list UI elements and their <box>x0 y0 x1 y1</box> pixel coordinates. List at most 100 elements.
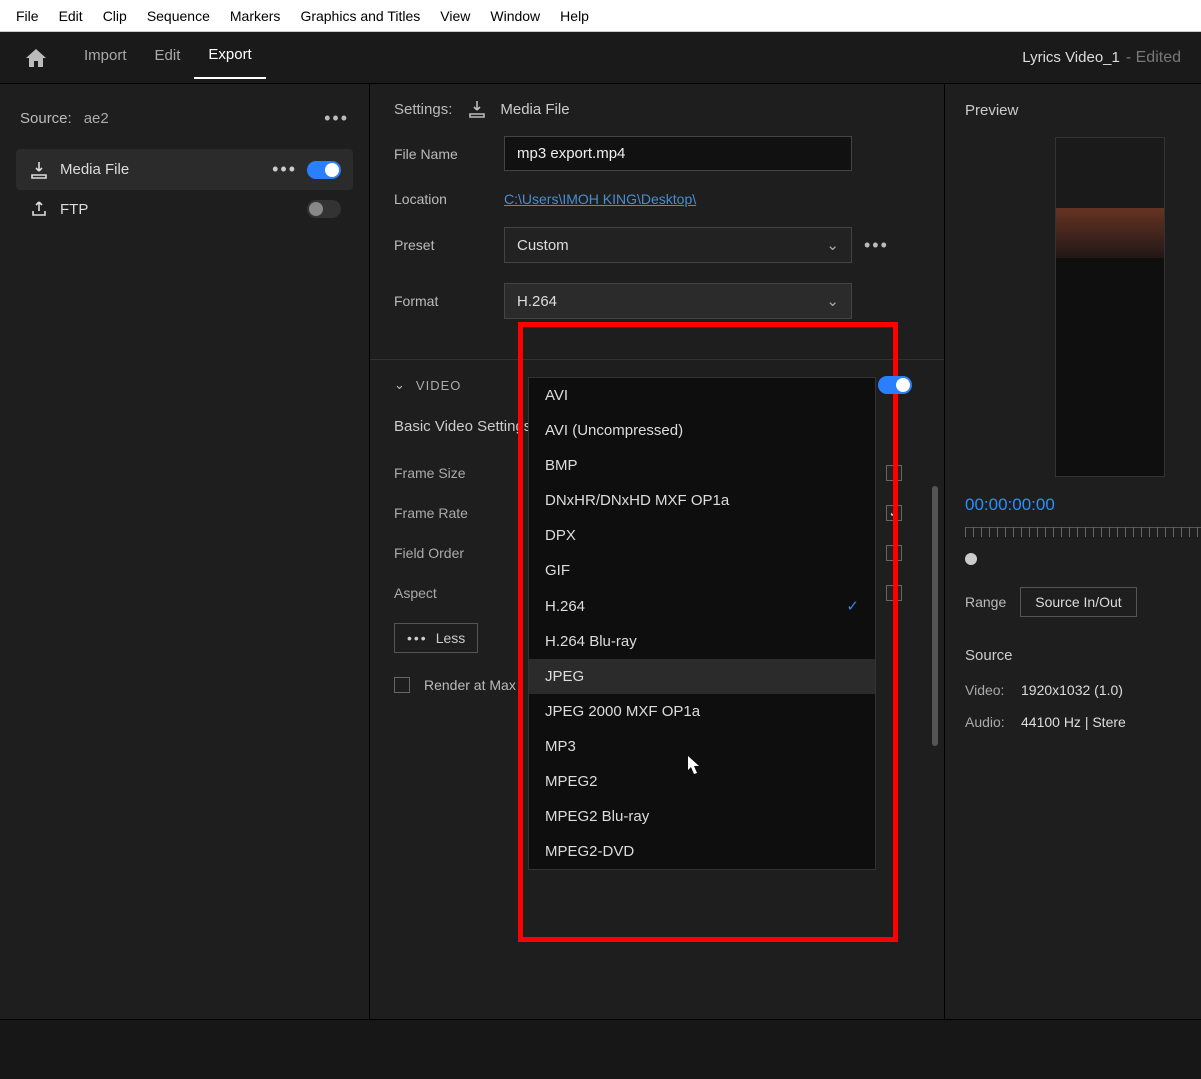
download-icon <box>468 100 490 118</box>
format-option-label: BMP <box>545 457 578 474</box>
render-label: Render at Max <box>424 677 516 693</box>
dest-toggle[interactable] <box>307 200 341 218</box>
format-dropdown[interactable]: AVI AVI (Uncompressed) BMP DNxHR/DNxHD MXF … <box>528 377 876 870</box>
chevron-down-icon[interactable]: ⌄ <box>394 377 406 393</box>
aspect-checkbox[interactable] <box>886 585 902 601</box>
format-option[interactable]: DPX <box>529 518 875 553</box>
preset-value: Custom <box>517 237 569 254</box>
aspect-label: Aspect <box>394 585 514 601</box>
fieldorder-label: Field Order <box>394 545 514 561</box>
download-icon <box>28 161 50 179</box>
dest-media-file[interactable]: Media File ••• <box>16 149 353 190</box>
format-select[interactable]: H.264 ⌄ <box>504 283 852 319</box>
format-option[interactable]: JPEG <box>529 659 875 694</box>
format-option[interactable]: BMP <box>529 448 875 483</box>
audio-value: 44100 Hz | Stere <box>1021 714 1126 730</box>
format-option[interactable]: JPEG 2000 MXF OP1a <box>529 694 875 729</box>
bottom-bar <box>0 1019 1201 1079</box>
video-value: 1920x1032 (1.0) <box>1021 682 1123 698</box>
playhead-icon[interactable] <box>965 553 977 565</box>
format-option[interactable]: H.264✓ <box>529 588 875 624</box>
format-option-label: MPEG2-DVD <box>545 843 634 860</box>
filename-input[interactable] <box>504 136 852 171</box>
framesize-label: Frame Size <box>394 465 514 481</box>
menu-view[interactable]: View <box>430 4 480 28</box>
format-option-label: JPEG <box>545 668 584 685</box>
format-option-label: H.264 Blu-ray <box>545 633 637 650</box>
format-option-label: AVI (Uncompressed) <box>545 422 683 439</box>
format-option-label: MPEG2 Blu-ray <box>545 808 649 825</box>
app-header: Import Edit Export Lyrics Video_1 - Edit… <box>0 32 1201 84</box>
framerate-label: Frame Rate <box>394 505 514 521</box>
project-name: Lyrics Video_1 <box>1022 49 1120 66</box>
os-menu-bar: File Edit Clip Sequence Markers Graphics… <box>0 0 1201 32</box>
check-icon: ✓ <box>846 597 859 615</box>
menu-graphics[interactable]: Graphics and Titles <box>290 4 430 28</box>
ellipsis-icon: ••• <box>407 630 428 646</box>
format-option-label: JPEG 2000 MXF OP1a <box>545 703 700 720</box>
preview-title: Preview <box>965 102 1201 119</box>
menu-file[interactable]: File <box>6 4 49 28</box>
tab-import[interactable]: Import <box>70 37 141 78</box>
right-panel: Preview 00:00:00:00 Range Source In/Out … <box>945 84 1201 1019</box>
timeline-ruler[interactable] <box>965 527 1201 547</box>
source-title: Source <box>965 647 1201 664</box>
tab-edit[interactable]: Edit <box>141 37 195 78</box>
left-panel: Source: ae2 ••• Media File ••• FTP <box>0 84 370 1019</box>
video-toggle[interactable] <box>878 376 912 394</box>
source-value: ae2 <box>84 110 324 127</box>
format-option-label: AVI <box>545 387 568 404</box>
dest-label: FTP <box>60 201 307 218</box>
preset-select[interactable]: Custom ⌄ <box>504 227 852 263</box>
tab-export[interactable]: Export <box>194 36 265 79</box>
video-key: Video: <box>965 682 1021 698</box>
center-panel: Settings: Media File File Name Location … <box>370 84 945 1019</box>
cursor-icon <box>680 754 704 782</box>
format-option-label: DNxHR/DNxHD MXF OP1a <box>545 492 729 509</box>
settings-label: Settings: <box>394 101 452 118</box>
scrollbar[interactable] <box>932 486 938 746</box>
settings-target: Media File <box>500 101 569 118</box>
chevron-down-icon: ⌄ <box>826 236 839 254</box>
less-label: Less <box>436 630 466 646</box>
range-select[interactable]: Source In/Out <box>1020 587 1136 617</box>
format-option[interactable]: H.264 Blu-ray <box>529 624 875 659</box>
dest-ftp[interactable]: FTP <box>16 190 353 228</box>
format-option[interactable]: MPEG2 Blu-ray <box>529 799 875 834</box>
menu-window[interactable]: Window <box>480 4 550 28</box>
dest-toggle[interactable] <box>307 161 341 179</box>
menu-clip[interactable]: Clip <box>93 4 137 28</box>
range-label: Range <box>965 594 1006 610</box>
format-option[interactable]: GIF <box>529 553 875 588</box>
preview-thumbnail <box>1055 137 1165 477</box>
framesize-checkbox[interactable] <box>886 465 902 481</box>
home-icon[interactable] <box>20 42 52 74</box>
format-option[interactable]: AVI (Uncompressed) <box>529 413 875 448</box>
menu-sequence[interactable]: Sequence <box>137 4 220 28</box>
dest-label: Media File <box>60 161 272 178</box>
chevron-down-icon: ⌄ <box>826 292 839 310</box>
dest-more-icon[interactable]: ••• <box>272 159 297 180</box>
format-option-label: MPEG2 <box>545 773 598 790</box>
format-option[interactable]: MPEG2-DVD <box>529 834 875 869</box>
source-more-icon[interactable]: ••• <box>324 108 349 129</box>
format-option-label: DPX <box>545 527 576 544</box>
menu-markers[interactable]: Markers <box>220 4 291 28</box>
format-label: Format <box>394 293 504 309</box>
preset-label: Preset <box>394 237 504 253</box>
source-label: Source: <box>20 110 72 127</box>
fieldorder-checkbox[interactable] <box>886 545 902 561</box>
timecode: 00:00:00:00 <box>965 495 1201 515</box>
menu-edit[interactable]: Edit <box>49 4 93 28</box>
format-option-label: GIF <box>545 562 570 579</box>
less-button[interactable]: ••• Less <box>394 623 478 653</box>
format-option[interactable]: AVI <box>529 378 875 413</box>
framerate-checkbox[interactable] <box>886 505 902 521</box>
location-link[interactable]: C:\Users\IMOH KING\Desktop\ <box>504 191 696 207</box>
format-option[interactable]: DNxHR/DNxHD MXF OP1a <box>529 483 875 518</box>
render-checkbox[interactable] <box>394 677 410 693</box>
preset-more-icon[interactable]: ••• <box>864 235 889 256</box>
menu-help[interactable]: Help <box>550 4 599 28</box>
project-edited: - Edited <box>1126 49 1181 67</box>
filename-label: File Name <box>394 146 504 162</box>
